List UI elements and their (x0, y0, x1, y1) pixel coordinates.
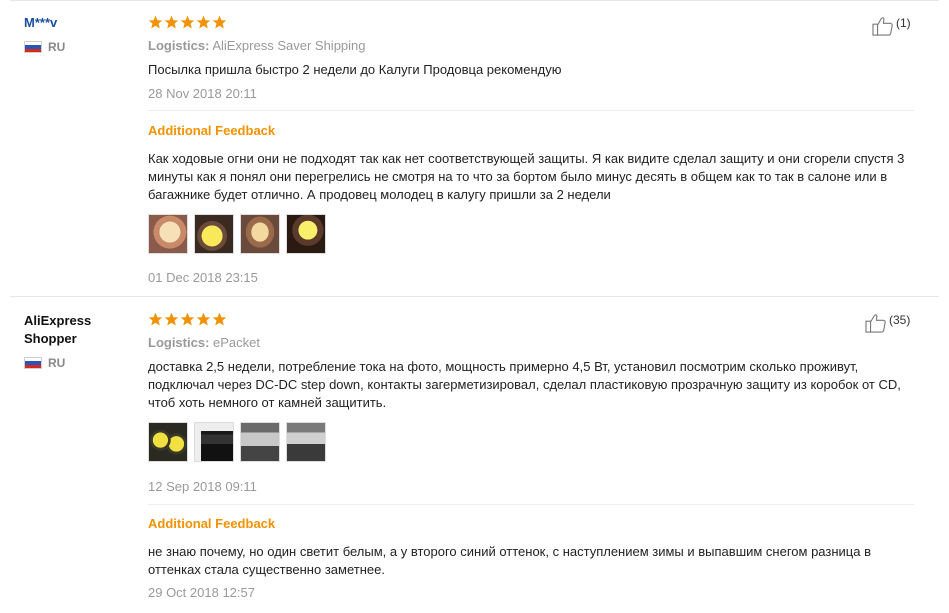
review-photo-thumbnail[interactable] (286, 422, 326, 462)
review-photo-thumbnail[interactable] (148, 214, 188, 254)
star-icon (196, 15, 211, 29)
additional-feedback-date: 29 Oct 2018 12:57 (148, 585, 255, 600)
additional-feedback-text: Как ходовые огни они не подходят так как… (148, 151, 905, 202)
reviewer-country: RU (24, 40, 134, 54)
review-item: AliExpress Shopper RU (35) Logistics: eP… (0, 296, 949, 613)
additional-feedback-label: Additional Feedback (148, 123, 276, 138)
reviewer-name[interactable]: M***v (24, 14, 134, 32)
star-icon (212, 312, 227, 326)
logistics-info: Logistics: ePacket (148, 335, 260, 350)
logistics-label: Logistics: (148, 38, 210, 53)
review-photo-thumbnail[interactable] (194, 214, 234, 254)
star-icon (164, 312, 179, 326)
logistics-value: AliExpress Saver Shipping (212, 38, 366, 53)
review-photo-thumbnail[interactable] (240, 214, 280, 254)
star-icon (212, 15, 227, 29)
star-icon (148, 312, 163, 326)
review-photos (148, 422, 326, 462)
review-item: M***v RU (1) Logistics: AliExpress Saver… (0, 0, 949, 296)
star-icon (196, 312, 211, 326)
star-rating (148, 312, 227, 327)
helpful-count: (35) (889, 313, 911, 327)
additional-feedback-date: 01 Dec 2018 23:15 (148, 270, 258, 285)
reviewer-name[interactable]: AliExpress Shopper (24, 312, 124, 348)
star-icon (180, 312, 195, 326)
review-date: 28 Nov 2018 20:11 (148, 86, 257, 101)
star-icon (148, 15, 163, 29)
additional-feedback-label: Additional Feedback (148, 516, 276, 531)
thumbs-up-icon (865, 314, 886, 333)
russia-flag-icon (24, 357, 42, 369)
additional-feedback-text: не знаю почему, но один светит белым, а … (148, 544, 871, 577)
review-photos (148, 214, 326, 254)
country-code: RU (48, 40, 66, 54)
reviewer-info: AliExpress Shopper RU (24, 312, 124, 370)
logistics-label: Logistics: (148, 335, 210, 350)
review-photo-thumbnail[interactable] (286, 214, 326, 254)
logistics-info: Logistics: AliExpress Saver Shipping (148, 38, 366, 53)
star-icon (180, 15, 195, 29)
helpful-button[interactable]: (35) (865, 313, 910, 333)
star-rating (148, 15, 227, 30)
review-photo-thumbnail[interactable] (194, 422, 234, 462)
review-photo-thumbnail[interactable] (240, 422, 280, 462)
star-icon (164, 15, 179, 29)
country-code: RU (48, 356, 66, 370)
divider (148, 110, 914, 111)
review-date: 12 Sep 2018 09:11 (148, 479, 257, 494)
logistics-value: ePacket (213, 335, 261, 350)
reviewer-info: M***v RU (24, 14, 134, 54)
divider (148, 504, 914, 505)
thumbs-up-icon (872, 17, 893, 36)
review-text: доставка 2,5 недели, потребление тока на… (148, 359, 901, 410)
review-photo-thumbnail[interactable] (148, 422, 188, 462)
russia-flag-icon (24, 41, 42, 53)
review-text: Посылка пришла быстро 2 недели до Калуги… (148, 62, 562, 77)
helpful-count: (1) (896, 16, 911, 30)
helpful-button[interactable]: (1) (872, 16, 911, 36)
reviewer-country: RU (24, 356, 124, 370)
